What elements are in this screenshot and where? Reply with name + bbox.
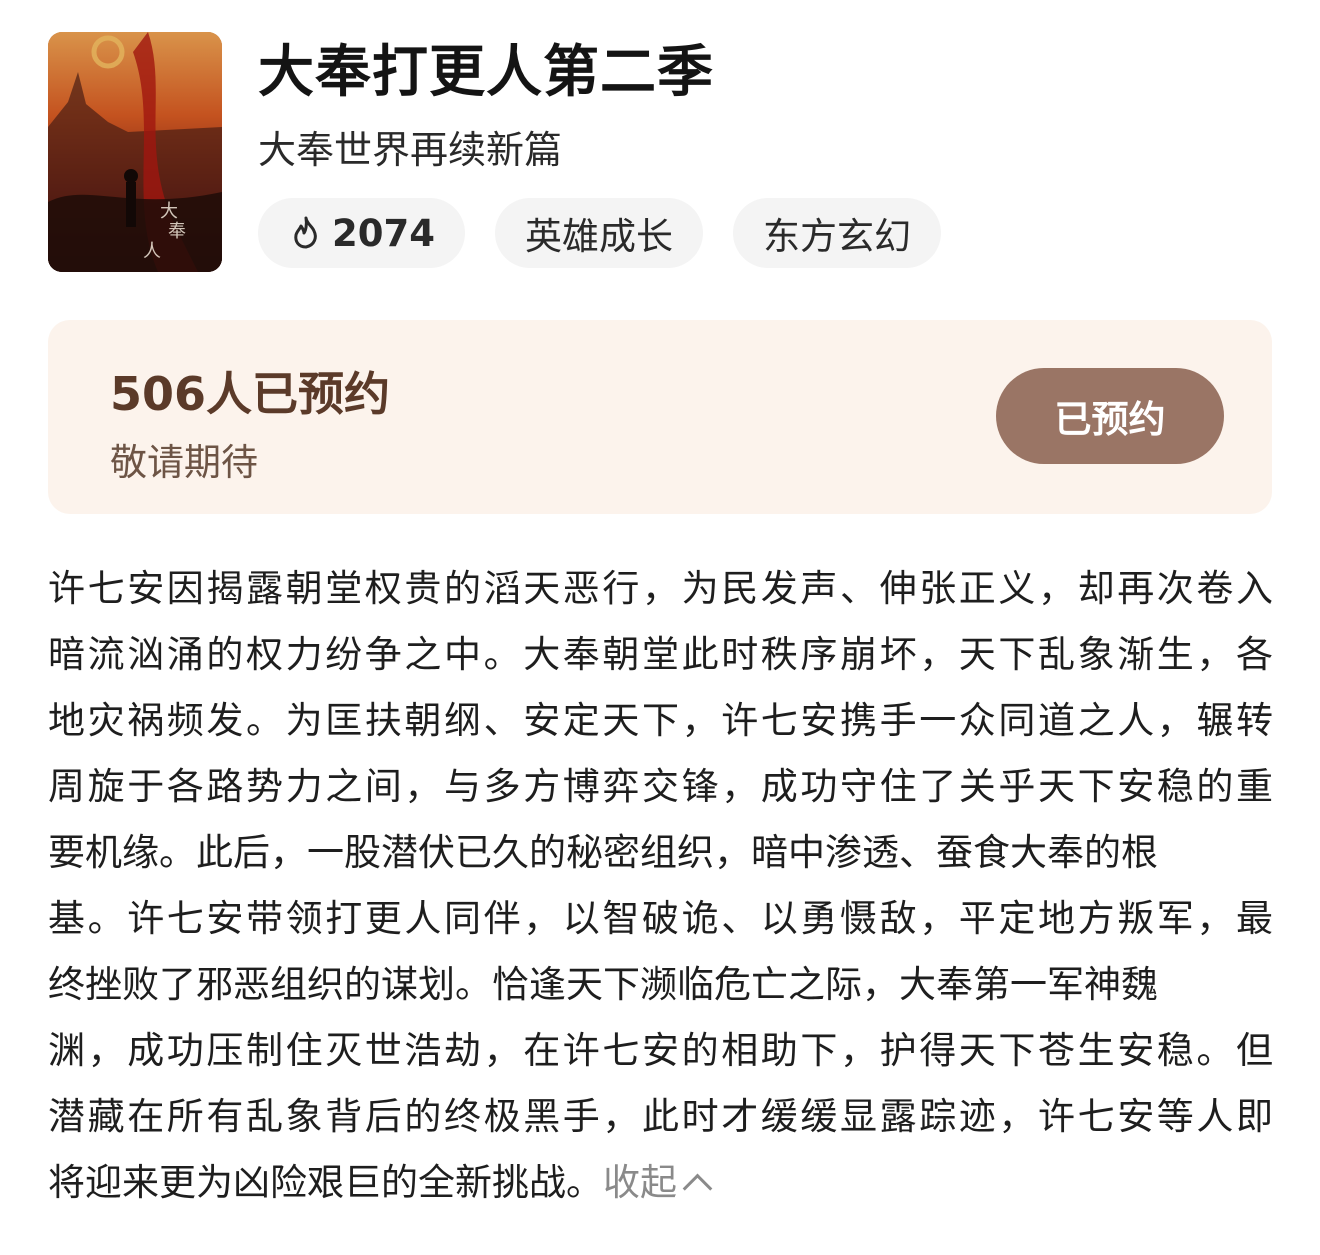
poster-image[interactable]: 大 奉 人	[48, 32, 222, 272]
description-line: 终挫败了邪恶组织的谋划。恰逢天下濒临危亡之际，大奉第一军神魏	[48, 963, 1158, 1006]
description-line: 许七安因揭露朝堂权贵的滔天恶行，为民发声、伸张正义，却再次卷入	[48, 567, 1273, 610]
collapse-button[interactable]: 收起	[603, 1161, 713, 1204]
description-line: 渊，成功压制住灭世浩劫，在许七安的相助下，护得天下苍生安稳。但	[48, 1029, 1273, 1072]
description-line: 要机缘。此后，一股潜伏已久的秘密组织，暗中渗透、蚕食大奉的根	[48, 831, 1158, 874]
description-line: 将迎来更为凶险艰巨的全新挑战。	[48, 1161, 603, 1204]
svg-text:人: 人	[143, 241, 161, 262]
description: 许七安因揭露朝堂权贵的滔天恶行，为民发声、伸张正义，却再次卷入 暗流汹涌的权力纷…	[48, 556, 1273, 1216]
heat-badge: 2074	[258, 198, 465, 268]
heat-value: 2074	[332, 211, 435, 255]
description-line: 地灾祸频发。为匡扶朝纲、安定天下，许七安携手一众同道之人，辗转	[48, 699, 1273, 742]
svg-text:大: 大	[160, 201, 178, 222]
reservation-card: 506人已预约 敬请期待 已预约	[48, 320, 1272, 514]
show-subtitle: 大奉世界再续新篇	[258, 128, 563, 172]
reservation-subtext: 敬请期待	[110, 441, 258, 484]
description-last-line: 将迎来更为凶险艰巨的全新挑战。收起	[48, 1150, 1273, 1216]
collapse-label: 收起	[603, 1161, 677, 1204]
description-line: 周旋于各路势力之间，与多方博弈交锋，成功守住了关乎天下安稳的重	[48, 765, 1273, 808]
flame-icon	[294, 216, 317, 249]
svg-text:奉: 奉	[168, 221, 186, 242]
description-line: 潜藏在所有乱象背后的终极黑手，此时才缓缓显露踪迹，许七安等人即	[48, 1095, 1273, 1138]
show-title: 大奉打更人第二季	[258, 40, 714, 105]
poster-artwork: 大 奉 人	[48, 32, 222, 272]
description-line: 基。许七安带领打更人同伴，以智破诡、以勇慑敌，平定地方叛军，最	[48, 897, 1273, 940]
tag-row: 2074 英雄成长 东方玄幻	[258, 198, 941, 268]
description-line: 暗流汹涌的权力纷争之中。大奉朝堂此时秩序崩坏，天下乱象渐生，各	[48, 633, 1273, 676]
genre-tag[interactable]: 东方玄幻	[732, 198, 941, 268]
chevron-up-icon	[682, 1173, 713, 1204]
genre-tag[interactable]: 英雄成长	[494, 198, 703, 268]
reserved-button[interactable]: 已预约	[996, 368, 1224, 464]
reservation-count: 506人已预约	[110, 367, 391, 421]
